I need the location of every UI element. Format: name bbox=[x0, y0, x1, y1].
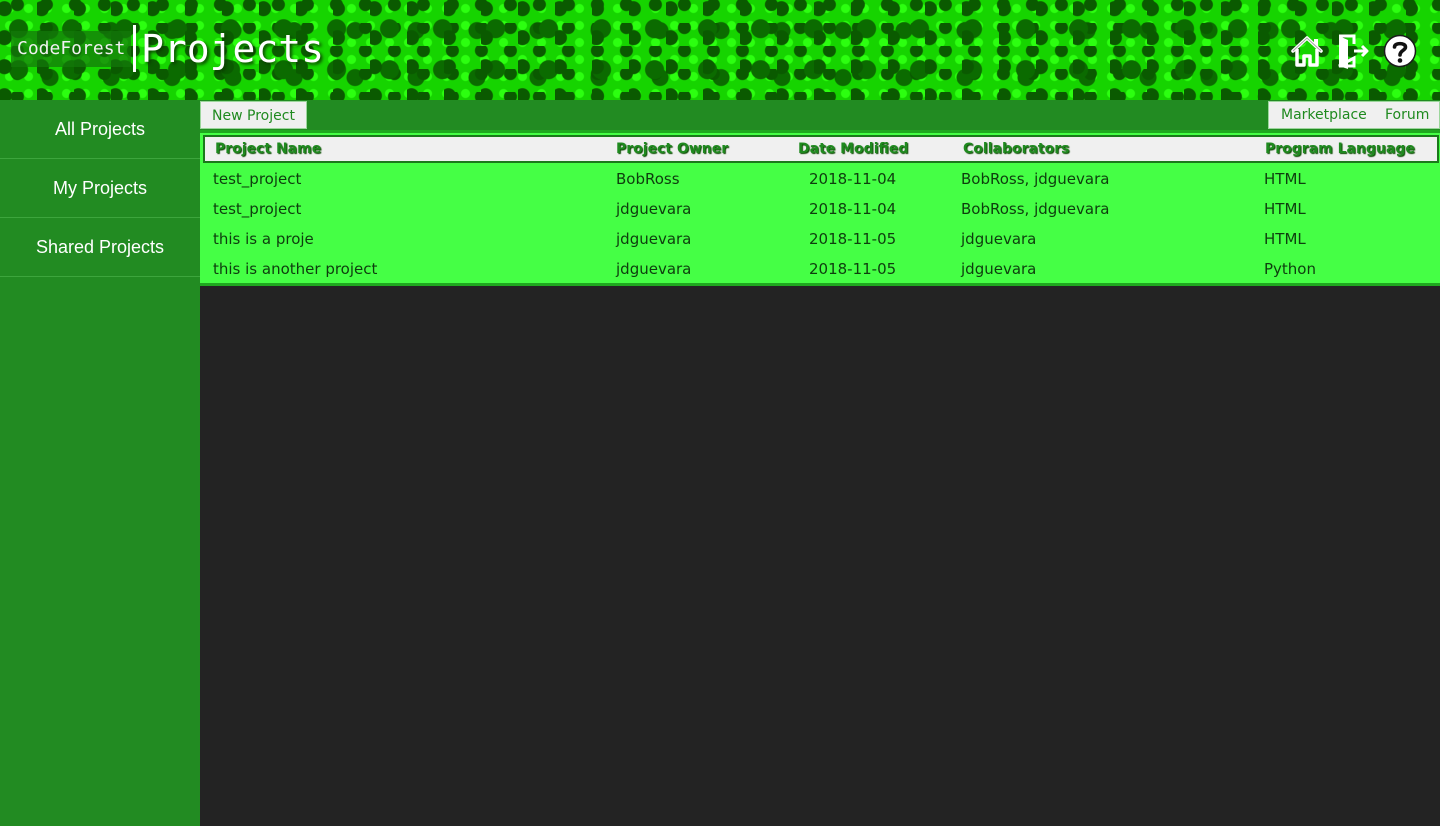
cell-collaborators: BobRoss, jdguevara bbox=[961, 170, 1110, 188]
projects-table: Project Name Project Owner Date Modified… bbox=[200, 130, 1440, 286]
sidebar-item-shared-projects[interactable]: Shared Projects bbox=[0, 218, 200, 277]
toolbar: New Project Marketplace Forum bbox=[200, 100, 1440, 130]
table-row[interactable]: this is a proje jdguevara 2018-11-05 jdg… bbox=[200, 224, 1440, 254]
external-links: Marketplace Forum bbox=[1268, 101, 1440, 129]
marketplace-link[interactable]: Marketplace bbox=[1281, 102, 1367, 128]
cell-date-modified: 2018-11-05 bbox=[809, 230, 897, 248]
cell-project-name: this is another project bbox=[213, 260, 378, 278]
cell-program-language: HTML bbox=[1264, 170, 1306, 188]
header-banner: CodeForest Projects bbox=[0, 0, 1440, 100]
cell-program-language: HTML bbox=[1264, 230, 1306, 248]
table-row[interactable]: test_project BobRoss 2018-11-04 BobRoss,… bbox=[200, 164, 1440, 194]
cell-project-name: this is a proje bbox=[213, 230, 314, 248]
cell-date-modified: 2018-11-05 bbox=[809, 260, 897, 278]
cell-program-language: HTML bbox=[1264, 200, 1306, 218]
home-icon[interactable] bbox=[1289, 33, 1325, 69]
table-row[interactable]: test_project jdguevara 2018-11-04 BobRos… bbox=[200, 194, 1440, 224]
column-header-project-owner[interactable]: Project Owner bbox=[616, 137, 728, 161]
column-header-project-name[interactable]: Project Name bbox=[215, 137, 321, 161]
column-header-date-modified[interactable]: Date Modified bbox=[798, 137, 908, 161]
cell-project-name: test_project bbox=[213, 200, 302, 218]
page-title: Projects bbox=[141, 27, 325, 71]
table-header: Project Name Project Owner Date Modified… bbox=[203, 135, 1439, 163]
title-divider bbox=[133, 25, 136, 72]
sidebar: All Projects My Projects Shared Projects bbox=[0, 100, 200, 826]
cell-date-modified: 2018-11-04 bbox=[809, 200, 897, 218]
forum-link[interactable]: Forum bbox=[1385, 102, 1429, 128]
cell-project-owner: jdguevara bbox=[616, 230, 692, 248]
cell-project-owner: jdguevara bbox=[616, 260, 692, 278]
cell-collaborators: jdguevara bbox=[961, 230, 1037, 248]
cell-project-name: test_project bbox=[213, 170, 302, 188]
help-icon[interactable] bbox=[1382, 33, 1418, 69]
table-row[interactable]: this is another project jdguevara 2018-1… bbox=[200, 254, 1440, 284]
cell-project-owner: jdguevara bbox=[616, 200, 692, 218]
cell-collaborators: jdguevara bbox=[961, 260, 1037, 278]
cell-date-modified: 2018-11-04 bbox=[809, 170, 897, 188]
sidebar-item-all-projects[interactable]: All Projects bbox=[0, 100, 200, 159]
cell-collaborators: BobRoss, jdguevara bbox=[961, 200, 1110, 218]
brand-logo[interactable]: CodeForest bbox=[11, 31, 132, 67]
sidebar-item-my-projects[interactable]: My Projects bbox=[0, 159, 200, 218]
column-header-program-language[interactable]: Program Language bbox=[1265, 137, 1415, 161]
cell-project-owner: BobRoss bbox=[616, 170, 680, 188]
cell-program-language: Python bbox=[1264, 260, 1316, 278]
new-project-button[interactable]: New Project bbox=[200, 101, 307, 129]
column-header-collaborators[interactable]: Collaborators bbox=[963, 137, 1069, 161]
logout-icon[interactable] bbox=[1334, 33, 1370, 69]
